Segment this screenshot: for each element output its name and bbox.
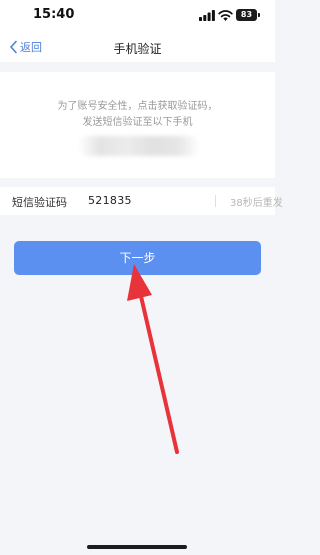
sms-code-row: 短信验证码 521835 38秒后重发 [0, 187, 283, 215]
signal-icon [199, 10, 215, 21]
sms-divider [215, 195, 216, 207]
battery-tip [258, 13, 260, 17]
masked-phone-number [78, 136, 200, 156]
status-bar: 15:40 83 [0, 0, 275, 32]
sms-code-label: 短信验证码 [12, 196, 67, 209]
wifi-icon [218, 10, 233, 21]
info-text-line2: 发送短信验证至以下手机 [82, 117, 193, 128]
home-indicator [87, 545, 187, 549]
next-step-button[interactable]: 下一步 [14, 241, 261, 275]
sms-code-input[interactable]: 521835 [88, 194, 132, 207]
status-time: 15:40 [33, 7, 75, 22]
info-text-line1: 为了账号安全性，点击获取验证码， [57, 101, 218, 112]
verification-info-card: 为了账号安全性，点击获取验证码， 发送短信验证至以下手机 [0, 72, 275, 178]
nav-bar: 返回 手机验证 [0, 32, 275, 62]
resend-countdown: 38秒后重发 [230, 198, 283, 209]
page-title: 手机验证 [113, 42, 162, 56]
battery-icon: 83 [236, 9, 257, 21]
